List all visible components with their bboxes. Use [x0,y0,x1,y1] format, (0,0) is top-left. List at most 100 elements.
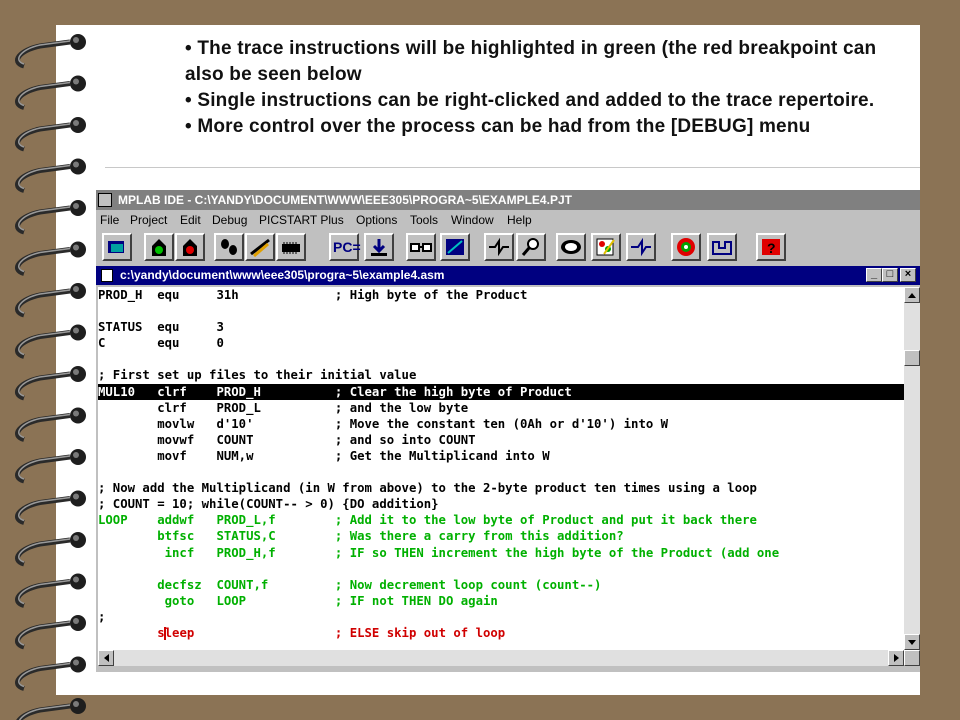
svg-text:?: ? [767,240,776,256]
pic-button[interactable] [671,233,701,261]
stoplight-halt-icon [183,239,197,256]
code-line[interactable]: incf PROD_H,f ; IF so THEN increment the… [98,545,904,561]
help-button[interactable]: ? [756,233,786,261]
maximize-icon: □ [886,268,894,280]
menu-file[interactable]: File [100,210,119,230]
binder-ring [15,366,86,401]
pic-logo-icon [677,238,695,256]
code-line[interactable] [98,303,904,319]
branch-icon [631,237,651,257]
code-line[interactable]: sleep ; ELSE skip out of loop [98,625,904,641]
arrow-down-icon [908,640,916,645]
mplab-button[interactable] [707,233,737,261]
code-line[interactable]: clrf PROD_L ; and the low byte [98,400,904,416]
editor-titlebar[interactable]: c:\yandy\document\www\eee305\progra~5\ex… [96,266,920,285]
toolbar: PC= ? [96,231,920,265]
binder-ring [15,490,86,525]
menu-bar: File Project Edit Debug PICSTART Plus Op… [96,210,920,230]
code-line[interactable]: movwf COUNT ; and so into COUNT [98,432,904,448]
download-button[interactable] [364,233,394,261]
code-line[interactable]: goto LOOP ; IF not THEN DO again [98,593,904,609]
halt-button[interactable] [175,233,205,261]
menu-project[interactable]: Project [130,210,167,230]
binder-ring [15,407,86,442]
menu-debug[interactable]: Debug [212,210,247,230]
mplab-icon [712,241,732,255]
menu-help[interactable]: Help [507,210,532,230]
step-button[interactable] [214,233,244,261]
menu-options[interactable]: Options [356,210,397,230]
download-icon [371,239,387,256]
maximize-button[interactable]: □ [882,268,898,282]
project-icon [108,241,124,253]
code-line[interactable]: LOOP addwf PROD_L,f ; Add it to the low … [98,512,904,528]
code-line[interactable]: MUL10 clrf PROD_H ; Clear the high byte … [98,383,904,400]
binder-ring [15,158,86,193]
pc-label: PC= [333,239,361,255]
code-line[interactable] [98,351,904,367]
find-button[interactable] [516,233,546,261]
horizontal-scrollbar[interactable] [98,650,904,666]
stack-icon [446,239,464,255]
window-button[interactable] [556,233,586,261]
editor-title: c:\yandy\document\www\eee305\progra~5\ex… [120,268,445,282]
scroll-right-button[interactable] [888,650,904,666]
pc-button[interactable]: PC= [329,233,361,261]
code-line[interactable]: ; COUNT = 10; while(COUNT-- > 0) {DO add… [98,496,904,512]
glasses-watch-icon [410,243,432,252]
mplab-app-icon[interactable] [98,193,112,207]
binder-ring [15,573,86,608]
run-button[interactable] [144,233,174,261]
watch-button[interactable] [406,233,436,261]
close-icon: × [904,268,912,280]
trace-icon [489,237,509,257]
menu-edit[interactable]: Edit [180,210,201,230]
code-line[interactable]: movlw d'10' ; Move the constant ten (0Ah… [98,416,904,432]
app-titlebar[interactable]: MPLAB IDE - C:\YANDY\DOCUMENT\WWW\EEE305… [96,190,920,210]
mplab-window: MPLAB IDE - C:\YANDY\DOCUMENT\WWW\EEE305… [96,190,920,672]
binder-ring [15,241,86,276]
code-line[interactable] [98,561,904,577]
menu-window[interactable]: Window [451,210,494,230]
scroll-up-button[interactable] [904,287,920,303]
code-editor[interactable]: PROD_H equ 31h ; High byte of the Produc… [98,287,904,650]
binder-ring [15,283,86,318]
code-line[interactable]: PROD_H equ 31h ; High byte of the Produc… [98,287,904,303]
branch-button[interactable] [626,233,656,261]
app-title: MPLAB IDE - C:\YANDY\DOCUMENT\WWW\EEE305… [118,193,572,207]
trace-button[interactable] [484,233,514,261]
stack-button[interactable] [440,233,470,261]
help-icon: ? [762,239,780,256]
close-button[interactable]: × [900,268,916,282]
binder-ring [15,34,86,69]
vertical-scrollbar[interactable] [904,287,920,650]
project-button[interactable] [102,233,132,261]
bullet-1: • The trace instructions will be highlig… [185,38,877,85]
code-line[interactable]: decfsz COUNT,f ; Now decrement loop coun… [98,577,904,593]
code-line[interactable]: ; First set up files to their initial va… [98,367,904,383]
binder-ring [15,75,86,110]
code-line[interactable]: movf NUM,w ; Get the Multiplicand into W [98,448,904,464]
source-code[interactable]: PROD_H equ 31h ; High byte of the Produc… [98,287,904,641]
chip-icon [282,242,300,254]
code-line[interactable]: STATUS equ 3 [98,319,904,335]
chip-button[interactable] [276,233,306,261]
menu-tools[interactable]: Tools [410,210,438,230]
stoplight-run-icon [152,239,166,256]
binder-ring [15,449,86,484]
bullet-2: • Single instructions can be right-click… [185,90,875,111]
code-line[interactable] [98,464,904,480]
scroll-down-button[interactable] [904,634,920,650]
palette-button[interactable] [591,233,621,261]
binder-ring [15,324,86,359]
step-over-button[interactable] [245,233,275,261]
code-line[interactable]: C equ 0 [98,335,904,351]
menu-picstart-plus[interactable]: PICSTART Plus [259,210,344,230]
minimize-button[interactable]: _ [866,268,882,282]
scroll-left-button[interactable] [98,650,114,666]
code-line[interactable]: ; Now add the Multiplicand (in W from ab… [98,480,904,496]
code-line[interactable]: ; [98,609,904,625]
file-icon[interactable] [101,269,113,282]
code-line[interactable]: btfsc STATUS,C ; Was there a carry from … [98,528,904,544]
scroll-thumb[interactable] [904,350,920,366]
